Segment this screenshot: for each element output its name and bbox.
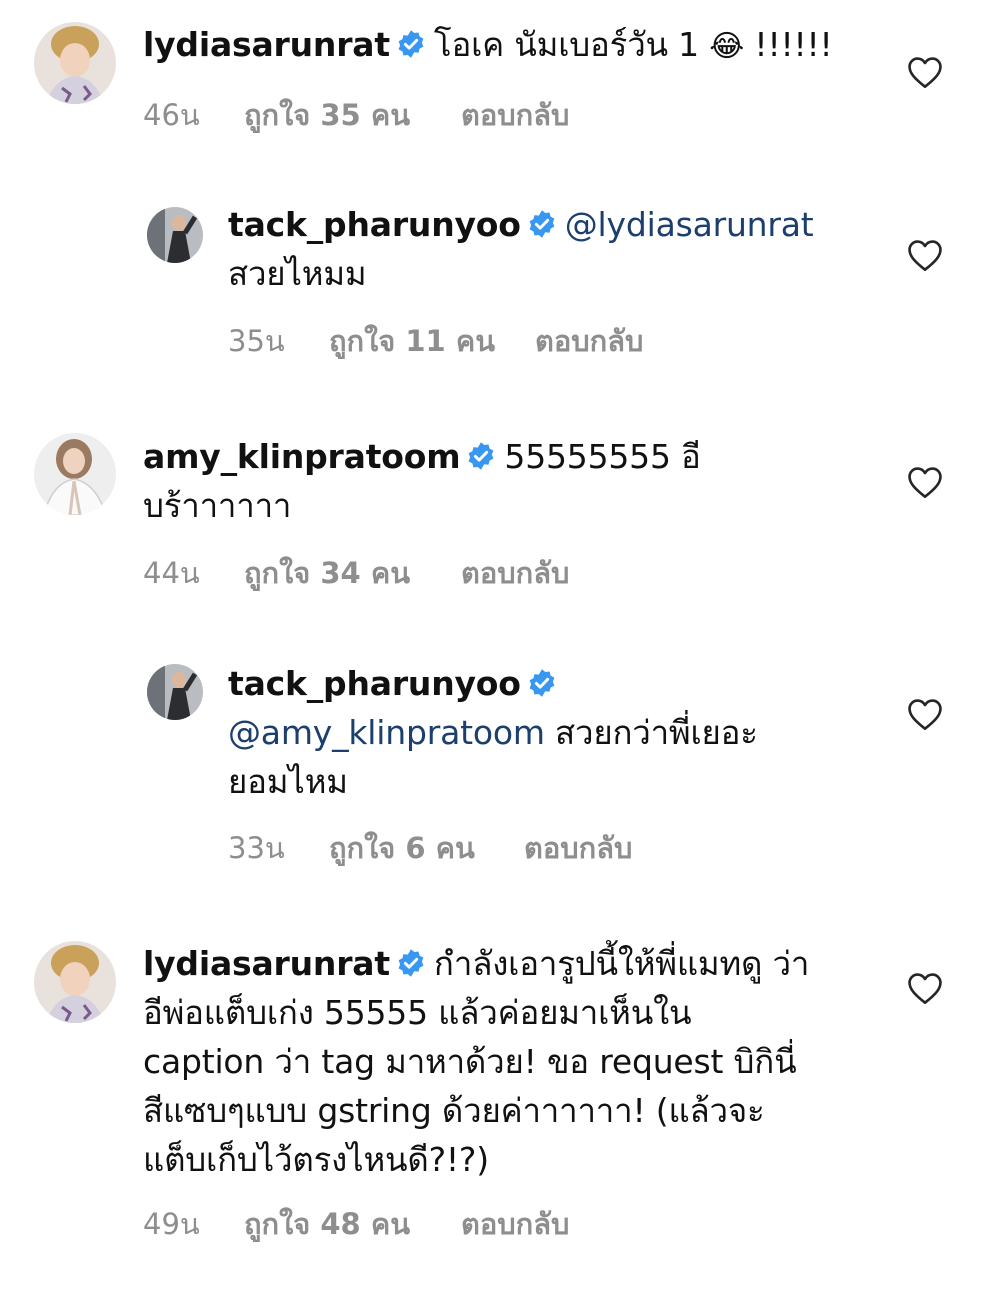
avatar[interactable] [147,207,203,263]
comment-text-tail: !!!!!! [744,25,833,64]
mention-link[interactable]: @lydiasarunrat [565,205,814,244]
heart-outline-icon[interactable] [906,238,944,272]
comment-text-line-4: สีแซบๆแบบ gstring ด้วยค่าาาาาา! (แล้วจะ [143,1091,765,1130]
heart-outline-icon[interactable] [906,971,944,1005]
like-count-link[interactable]: ถูกใจ 35 คน [244,92,410,138]
heart-outline-icon[interactable] [906,55,944,89]
heart-outline-icon[interactable] [906,465,944,499]
comment-username[interactable]: tack_pharunyoo [228,664,521,703]
avatar[interactable] [34,433,116,515]
avatar[interactable] [147,664,203,720]
comment-username[interactable]: amy_klinpratoom [143,437,461,476]
comment-username[interactable]: tack_pharunyoo [228,205,521,244]
comment-time: 33น [228,831,285,865]
reply-link[interactable]: ตอบกลับ [461,92,569,138]
comment-text: สวยกว่าพี่เยอะ [544,713,758,752]
avatar[interactable] [34,941,116,1023]
verified-badge-icon [529,668,555,697]
comment-text-line-2: ยอมไหม [228,762,348,801]
comment-username[interactable]: lydiasarunrat [143,25,390,64]
comment-username[interactable]: lydiasarunrat [143,944,390,983]
comment-text: 55555555 อี [504,437,701,476]
like-count-link[interactable]: ถูกใจ 11 คน [329,318,495,364]
comment-text-line-3: caption ว่า tag มาหาด้วย! ขอ request บิก… [143,1042,797,1081]
verified-badge-icon [529,209,555,238]
comment-time: 46น [143,98,200,132]
reply-link[interactable]: ตอบกลับ [524,825,632,871]
comment-text-line-2: อีพ่อแต็บเก่ง 55555 แล้วค่อยมาเห็นใน [143,993,692,1032]
comment-text-line-5: แต็บเก็บไว้ตรงไหนดี?!?) [143,1140,489,1179]
comment-text-line-2: บร้าาาาาา [143,486,292,525]
like-count-link[interactable]: ถูกใจ 6 คน [329,825,475,871]
mention-link[interactable]: @amy_klinpratoom [228,713,545,752]
verified-badge-icon [398,29,424,58]
comment-time: 49น [143,1207,200,1241]
avatar[interactable] [34,22,116,104]
comment-text: กำลังเอารูปนี้ให้พี่แมทดู ว่า [433,944,810,983]
comment-time: 44น [143,556,200,590]
verified-badge-icon [398,948,424,977]
comment-text: สวยไหมม [228,254,367,293]
reply-link[interactable]: ตอบกลับ [535,318,643,364]
verified-badge-icon [469,441,494,470]
reply-link[interactable]: ตอบกลับ [461,1201,569,1247]
like-count-link[interactable]: ถูกใจ 48 คน [244,1201,410,1247]
reply-link[interactable]: ตอบกลับ [461,550,569,596]
laughing-emoji-icon: 😂 [709,29,745,64]
heart-outline-icon[interactable] [906,697,944,731]
like-count-link[interactable]: ถูกใจ 34 คน [244,550,410,596]
comment-text: โอเค นัมเบอร์วัน 1 [433,25,699,64]
comment-time: 35น [228,324,285,358]
